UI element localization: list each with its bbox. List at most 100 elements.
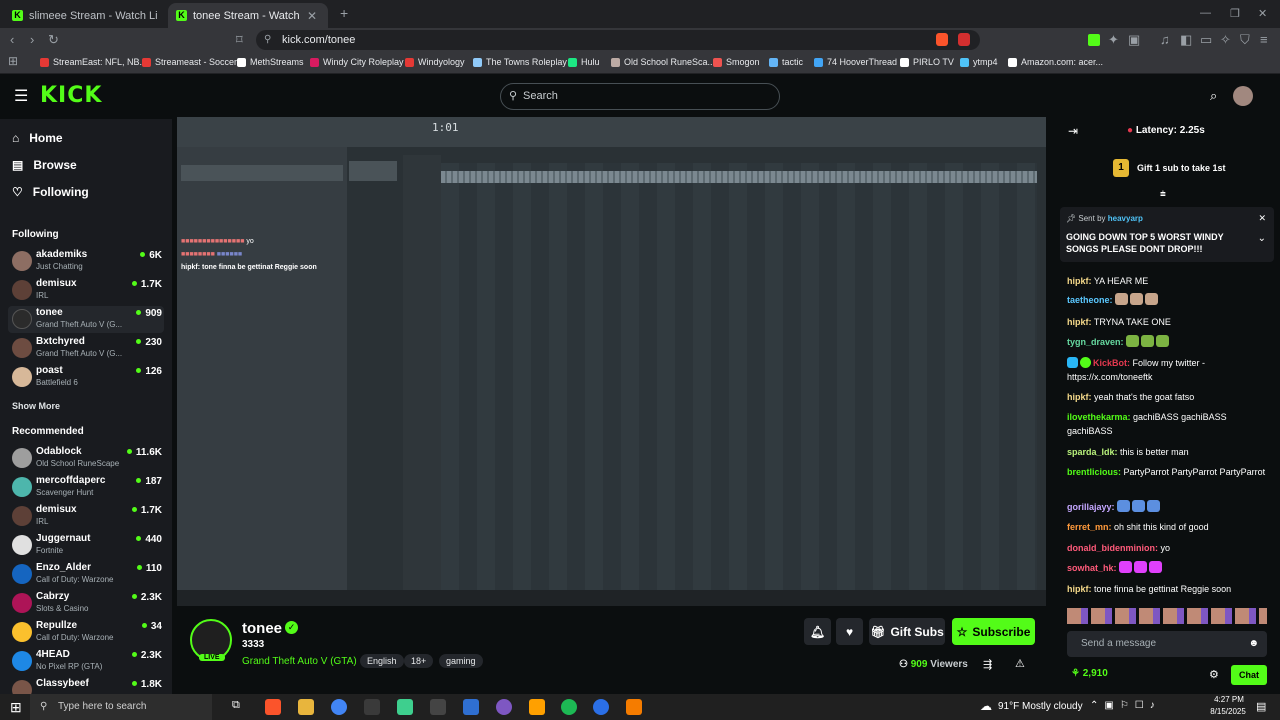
channel-points[interactable]: ⚘ 2,910: [1071, 668, 1108, 679]
sidebar-channel-poast[interactable]: poast Battlefield 6 126: [8, 364, 164, 391]
kick-logo[interactable]: KICK: [40, 83, 102, 108]
bookmark-item[interactable]: ytmp4: [960, 57, 998, 67]
scan-icon[interactable]: ⌕: [1210, 88, 1217, 104]
media-icon[interactable]: ♫: [1160, 32, 1170, 47]
reload-icon[interactable]: ↻: [48, 32, 59, 48]
spotify-icon[interactable]: [561, 699, 577, 715]
show-more-link[interactable]: Show More: [12, 401, 60, 411]
bookmark-icon[interactable]: ⌑: [236, 32, 243, 48]
app-icon[interactable]: [364, 699, 380, 715]
app-icon[interactable]: [496, 699, 512, 715]
task-view-icon[interactable]: ⧉: [232, 699, 248, 715]
share-icon[interactable]: ⇶: [983, 658, 992, 671]
notifications-icon[interactable]: ▤: [1256, 700, 1266, 713]
send-chat-button[interactable]: Chat: [1231, 665, 1267, 685]
sidebar-channel-juggernaut[interactable]: Juggernaut Fortnite 440: [8, 532, 164, 559]
settings-gear-icon[interactable]: ⚙: [1209, 668, 1219, 681]
bookmark-item[interactable]: Windyology: [405, 57, 465, 67]
chat-message-input[interactable]: Send a message ☻: [1067, 631, 1267, 657]
bookmark-item[interactable]: tactic: [769, 57, 803, 67]
bookmark-item[interactable]: Old School RuneSca...: [611, 57, 715, 67]
video-player[interactable]: 1:01 ■■■■■■■■■■■■■■■ yo ■■■■■■■■ ■■■■■■ …: [177, 117, 1046, 606]
sidebar-channel-classybeef[interactable]: Classybeef 1.8K: [8, 677, 164, 694]
wallet-icon[interactable]: ▭: [1200, 32, 1212, 48]
app-icon[interactable]: [626, 699, 642, 715]
collapse-chat-icon[interactable]: ⇥: [1068, 124, 1078, 138]
bookmark-item[interactable]: PIRLO TV: [900, 57, 954, 67]
app-icon[interactable]: [529, 699, 545, 715]
sidebar-channel-bxtchyred[interactable]: Bxtchyred Grand Theft Auto V (G... 230: [8, 335, 164, 362]
app-icon[interactable]: [463, 699, 479, 715]
close-tab-icon[interactable]: ✕: [307, 9, 317, 23]
sidebar-channel-odablock[interactable]: Odablock Old School RuneScape 11.6K: [8, 445, 164, 472]
bookmark-item[interactable]: Windy City Roleplay: [310, 57, 404, 67]
weather-text[interactable]: 91°F Mostly cloudy: [998, 701, 1083, 712]
site-info-icon[interactable]: ⚲: [264, 30, 271, 50]
brave-shield-icon[interactable]: [936, 33, 948, 46]
vpn-icon[interactable]: ⛉: [1240, 32, 1250, 48]
subscribe-button[interactable]: ☆ Subscribe: [952, 618, 1035, 645]
tag-18plus[interactable]: 18+: [404, 654, 434, 668]
taskbar-search-input[interactable]: ⚲ Type here to search: [30, 694, 212, 720]
emote-strip[interactable]: [1067, 608, 1267, 624]
follow-heart-button[interactable]: ♥: [836, 618, 863, 645]
user-avatar[interactable]: [1233, 86, 1253, 106]
system-tray-icons[interactable]: ⌃▣⚐☐♪: [1090, 700, 1161, 711]
sidebar-channel-enzo-alder[interactable]: Enzo_Alder Call of Duty: Warzone 110: [8, 561, 164, 588]
sidebar-icon[interactable]: ◧: [1180, 32, 1192, 48]
brave-app-icon[interactable]: [265, 699, 281, 715]
sidebar-channel-cabrzy[interactable]: Cabrzy Slots & Casino 2.3K: [8, 590, 164, 617]
emoji-icon[interactable]: ☻: [1248, 631, 1259, 657]
file-explorer-icon[interactable]: [298, 699, 314, 715]
sidebar-channel-akademiks[interactable]: akademiks Just Chatting 6K: [8, 248, 164, 275]
stream-category-link[interactable]: Grand Theft Auto V (GTA): [242, 656, 357, 667]
windows-start-icon[interactable]: ⊞: [10, 699, 22, 716]
sidebar-channel-demisux[interactable]: demisux IRL 1.7K: [8, 277, 164, 304]
sidebar-channel-demisux[interactable]: demisux IRL 1.7K: [8, 503, 164, 530]
sidebar-channel-repullze[interactable]: Repullze Call of Duty: Warzone 34: [8, 619, 164, 646]
expand-pinned-icon[interactable]: ⩧: [1160, 189, 1166, 200]
app-icon[interactable]: [593, 699, 609, 715]
apps-grid-icon[interactable]: ⊞: [8, 54, 18, 68]
notification-bell-button[interactable]: 🔔︎: [804, 618, 831, 645]
maximize-icon[interactable]: ❐: [1230, 7, 1240, 20]
app-icon[interactable]: [397, 699, 413, 715]
sidebar-nav-browse[interactable]: ▤ Browse: [12, 158, 77, 172]
bookmark-item[interactable]: Hulu: [568, 57, 600, 67]
extension-d-icon[interactable]: [1088, 34, 1100, 46]
tag-english[interactable]: English: [360, 654, 404, 668]
chevron-down-icon[interactable]: ⌄: [1258, 233, 1266, 244]
chrome-app-icon[interactable]: [331, 699, 347, 715]
bookmark-item[interactable]: MethStreams: [237, 57, 304, 67]
sidebar-nav-home[interactable]: ⌂ Home: [12, 131, 63, 145]
clock-time[interactable]: 4:27 PM: [1208, 695, 1250, 704]
bookmark-item[interactable]: The Towns Roleplay: [473, 57, 567, 67]
tag-gaming[interactable]: gaming: [439, 654, 483, 668]
leo-icon[interactable]: ✧: [1220, 32, 1231, 48]
unpin-icon[interactable]: ✕: [1258, 213, 1266, 224]
clock-date[interactable]: 8/15/2025: [1204, 707, 1252, 716]
close-window-icon[interactable]: ✕: [1258, 7, 1267, 20]
app-icon[interactable]: [430, 699, 446, 715]
back-icon[interactable]: ‹: [10, 32, 14, 47]
extension-puzzle-icon[interactable]: ✦: [1108, 32, 1119, 48]
bookmark-item[interactable]: Amazon.com: acer...: [1008, 57, 1103, 67]
streamer-name[interactable]: tonee: [242, 620, 282, 637]
bookmark-item[interactable]: Smogon: [713, 57, 760, 67]
browser-tab-slimeee[interactable]: K slimeee Stream - Watch Live on Kick: [4, 3, 166, 28]
report-icon[interactable]: ⚠: [1015, 657, 1025, 670]
brave-rewards-icon[interactable]: [958, 33, 970, 46]
search-input[interactable]: ⚲ Search: [500, 83, 780, 110]
sidebar-channel-tonee[interactable]: tonee Grand Theft Auto V (G... 909: [8, 306, 164, 333]
forward-icon[interactable]: ›: [30, 32, 34, 47]
gift-subs-button[interactable]: 🎁︎ Gift Subs: [869, 618, 945, 645]
new-tab-icon[interactable]: +: [340, 5, 348, 21]
sidebar-channel-mercoffdaperc[interactable]: mercoffdaperc Scavenger Hunt 187: [8, 474, 164, 501]
hamburger-menu-icon[interactable]: ☰: [14, 86, 28, 106]
extension-icon[interactable]: ▣: [1128, 32, 1140, 48]
address-bar[interactable]: ⚲ kick.com/tonee ⇪: [256, 30, 980, 50]
minimize-icon[interactable]: —: [1200, 7, 1211, 19]
browser-tab-tonee[interactable]: K tonee Stream - Watch Live on Kick ✕: [168, 3, 328, 28]
gift-leaderboard[interactable]: 1 Gift 1 sub to take 1st: [1113, 159, 1226, 177]
bookmark-item[interactable]: 74 HooverThread: [814, 57, 897, 67]
